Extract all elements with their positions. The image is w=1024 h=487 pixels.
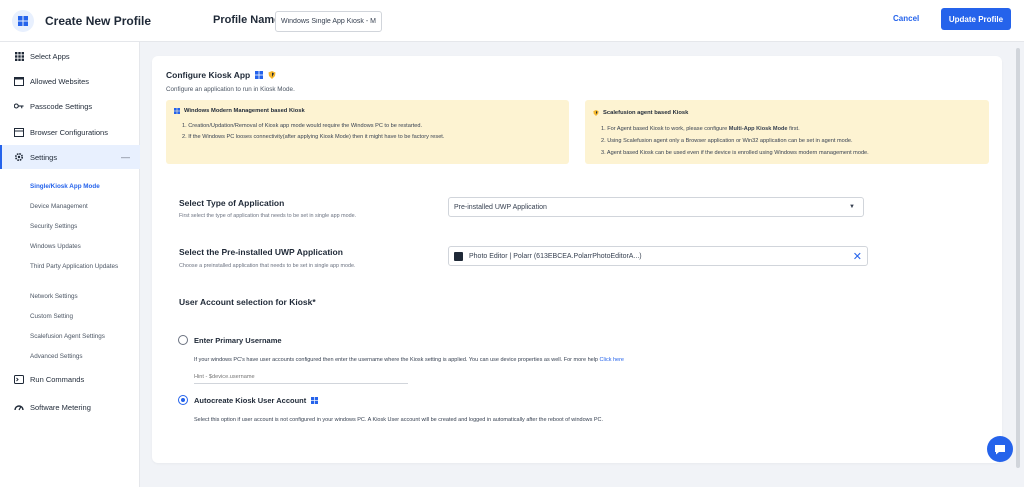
sidebar-item-label: Select Apps — [30, 51, 70, 61]
caret-down-icon: ▼ — [849, 204, 855, 210]
primary-username-label: Enter Primary Username — [194, 336, 282, 345]
polarr-app-icon — [454, 251, 463, 261]
sidebar-subitem-agent-settings[interactable]: Scalefusion Agent Settings — [30, 332, 134, 341]
sidebar-item-browser-configurations[interactable]: Browser Configurations — [0, 120, 140, 144]
sidebar-item-allowed-websites[interactable]: Allowed Websites — [0, 69, 140, 93]
note-line: 3. Agent based Kiosk can be used even if… — [601, 150, 869, 156]
windows-icon — [255, 71, 264, 79]
windows-logo-icon — [12, 9, 34, 32]
update-profile-button[interactable]: Update Profile — [941, 8, 1011, 30]
windows-icon — [174, 108, 180, 114]
sidebar-subitem-windows-updates[interactable]: Windows Updates — [30, 242, 134, 251]
uwp-app-select[interactable]: Photo Editor | Polarr (613EBCEA.PolarrPh… — [448, 246, 868, 266]
page-title: Create New Profile — [45, 13, 152, 28]
note-title: Scalefusion agent based Kiosk — [593, 110, 688, 116]
click-here-link[interactable]: Click here — [600, 357, 624, 363]
app-type-title: Select Type of Application — [179, 198, 285, 208]
note-line: 2. If the Windows PC looses connectivity… — [182, 134, 445, 140]
top-header: Create New Profile — [0, 0, 1024, 42]
section-subtitle: Configure an application to run in Kiosk… — [166, 86, 295, 93]
sidebar-item-passcode-settings[interactable]: Passcode Settings — [0, 94, 140, 118]
sidebar-item-label: Software Metering — [30, 402, 91, 412]
sidebar-item-select-apps[interactable]: Select Apps — [0, 44, 140, 68]
scalefusion-shield-icon — [268, 71, 276, 79]
agent-kiosk-note: Scalefusion agent based Kiosk 1. For Age… — [585, 100, 989, 164]
note-line: 1. For Agent based Kiosk to work, please… — [601, 126, 800, 132]
collapse-icon[interactable]: — — [121, 152, 130, 162]
section-title: Configure Kiosk App — [166, 70, 276, 80]
terminal-icon — [14, 374, 24, 384]
sidebar-subitem-kiosk-mode[interactable]: Single/Kiosk App Mode — [30, 182, 134, 191]
windows-management-note: Windows Modern Management based Kiosk 1.… — [166, 100, 569, 164]
windows-icon — [311, 397, 319, 404]
profile-name-input[interactable] — [275, 11, 382, 32]
autocreate-account-description: Select this option if user account is no… — [194, 417, 604, 423]
user-account-title: User Account selection for Kiosk* — [179, 297, 316, 307]
key-icon — [14, 101, 24, 111]
sidebar-subitem-third-party-updates[interactable]: Third Party Application Updates — [30, 262, 134, 271]
browser-window-icon — [14, 76, 24, 86]
sidebar-subitem-advanced-settings[interactable]: Advanced Settings — [30, 352, 134, 361]
sidebar-subitem-network-settings[interactable]: Network Settings — [30, 292, 134, 301]
profile-name-label: Profile Name — [213, 14, 281, 26]
app-type-select[interactable]: Pre-installed UWP Application ▼ — [448, 197, 864, 217]
sidebar-item-label: Settings — [30, 152, 58, 162]
sidebar-subitem-device-management[interactable]: Device Management — [30, 202, 134, 211]
gear-icon — [14, 152, 24, 162]
autocreate-account-label: Autocreate Kiosk User Account — [194, 396, 319, 405]
primary-username-description: If your windows PC's have user accounts … — [194, 357, 624, 363]
gauge-icon — [14, 402, 24, 412]
cancel-button[interactable]: Cancel — [893, 14, 919, 23]
note-line: 2. Using Scalefusion agent only a Browse… — [601, 138, 853, 144]
sidebar-item-label: Passcode Settings — [30, 101, 93, 111]
sidebar-item-settings[interactable]: Settings — — [0, 145, 140, 169]
sidebar-item-software-metering[interactable]: Software Metering — [0, 395, 140, 419]
clear-icon[interactable]: ✕ — [853, 250, 862, 263]
sidebar-subitem-custom-setting[interactable]: Custom Setting — [30, 312, 134, 321]
sidebar-item-label: Browser Configurations — [30, 127, 108, 137]
grid-icon — [14, 51, 24, 61]
sidebar: Select Apps Allowed Websites Passcode Se… — [0, 42, 140, 487]
sidebar-subitem-security-settings[interactable]: Security Settings — [30, 222, 134, 231]
autocreate-account-radio[interactable] — [178, 395, 188, 405]
primary-username-radio[interactable] — [178, 335, 188, 345]
primary-username-input[interactable] — [194, 370, 408, 384]
chat-icon — [995, 444, 1005, 454]
note-title: Windows Modern Management based Kiosk — [174, 108, 305, 114]
browser-config-icon — [14, 127, 24, 137]
chat-support-button[interactable] — [987, 436, 1013, 462]
kiosk-config-card: Configure Kiosk App Configure an applica… — [152, 56, 1002, 463]
page-scrollbar[interactable] — [1016, 48, 1020, 468]
app-type-description: First select the type of application tha… — [179, 213, 357, 219]
scalefusion-shield-icon — [593, 110, 599, 116]
sidebar-item-label: Allowed Websites — [30, 76, 90, 86]
sidebar-item-run-commands[interactable]: Run Commands — [0, 367, 140, 391]
sidebar-item-label: Run Commands — [30, 374, 85, 384]
uwp-app-title: Select the Pre-installed UWP Application — [179, 247, 343, 257]
note-line: 1. Creation/Updation/Removal of Kiosk ap… — [182, 123, 423, 129]
uwp-app-description: Choose a preinstalled application that n… — [179, 263, 356, 269]
